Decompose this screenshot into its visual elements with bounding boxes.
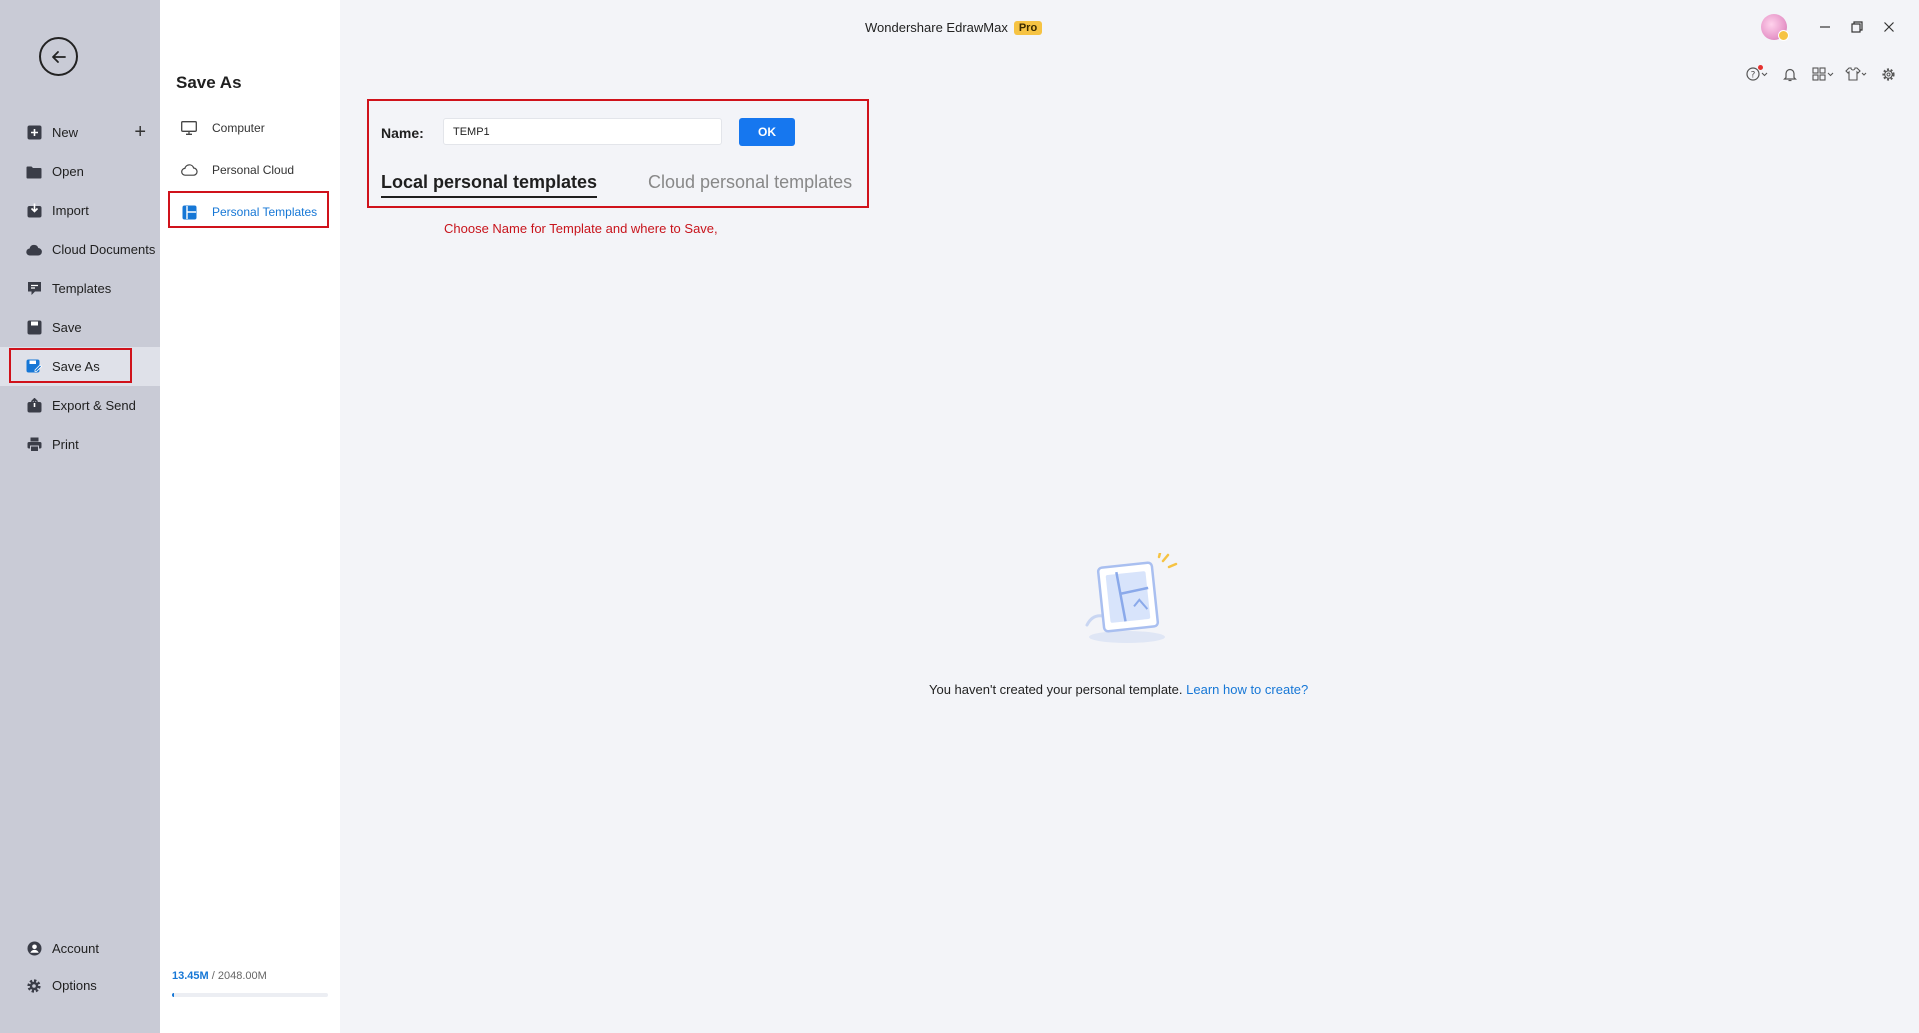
save-icon: [26, 320, 42, 336]
subnav-list: Computer Personal Cloud Personal Templat…: [160, 107, 340, 233]
empty-template-illustration: [1085, 553, 1178, 643]
title-bar: Wondershare EdrawMax Pro ?: [340, 0, 1919, 81]
nav-item-cloud-documents[interactable]: Cloud Documents: [0, 230, 160, 269]
nav-item-export-send[interactable]: Export & Send: [0, 386, 160, 425]
minimize-button[interactable]: [1809, 15, 1841, 39]
subnav-item-personal-templates[interactable]: Personal Templates: [160, 191, 340, 233]
export-icon: [26, 398, 42, 414]
window-controls: [1761, 14, 1905, 41]
nav-item-label: New: [52, 125, 79, 140]
nav-item-new[interactable]: New +: [0, 113, 160, 152]
subnav-item-label: Personal Templates: [212, 205, 318, 219]
nav-item-label: Account: [52, 941, 99, 956]
nav-item-label: Templates: [52, 281, 112, 296]
save-as-icon: [26, 359, 42, 375]
apps-grid-icon: [1811, 67, 1833, 81]
help-button[interactable]: ?: [1740, 63, 1773, 85]
settings-button[interactable]: [1872, 63, 1905, 85]
save-as-subnav: Save As Computer Personal Cloud Personal…: [160, 0, 340, 1033]
notifications-button[interactable]: [1773, 63, 1806, 85]
nav-bottom: Account Options: [0, 930, 160, 1004]
template-save-panel: Name: OK Local personal templates Cloud …: [367, 99, 869, 208]
nav-item-account[interactable]: Account: [0, 930, 160, 967]
folder-icon: [26, 164, 42, 180]
template-name-input[interactable]: [443, 118, 722, 145]
arrow-left-icon: [51, 50, 66, 63]
nav-item-label: Cloud Documents: [52, 242, 156, 257]
import-icon: [26, 203, 42, 219]
name-label: Name:: [381, 125, 424, 141]
learn-how-link[interactable]: Learn how to create?: [1186, 682, 1308, 697]
monitor-icon: [180, 120, 198, 136]
theme-button[interactable]: [1839, 63, 1872, 85]
cloud-outline-icon: [180, 162, 198, 178]
ok-button[interactable]: OK: [739, 118, 795, 146]
template-layout-icon: [180, 204, 198, 220]
close-button[interactable]: [1873, 15, 1905, 39]
bell-icon: [1782, 68, 1797, 81]
nav-item-label: Save: [52, 320, 82, 335]
nav-item-label: Options: [52, 978, 97, 993]
storage-total: / 2048.00M: [208, 970, 267, 982]
app-title: Wondershare EdrawMax Pro: [865, 20, 1043, 35]
tab-local-personal-templates[interactable]: Local personal templates: [381, 172, 598, 198]
minimize-icon: [1820, 26, 1830, 28]
account-icon: [26, 941, 42, 957]
nav-list: New + Open Import Cloud Documents Templa…: [0, 113, 160, 464]
instruction-annotation: Choose Name for Template and where to Sa…: [444, 221, 718, 236]
templates-icon: [26, 281, 42, 297]
tab-cloud-personal-templates[interactable]: Cloud personal templates: [648, 172, 852, 196]
app-title-text: Wondershare EdrawMax: [865, 20, 1008, 35]
main-nav: New + Open Import Cloud Documents Templa…: [0, 0, 160, 1033]
subnav-item-label: Personal Cloud: [212, 163, 295, 177]
back-button[interactable]: [39, 37, 78, 76]
nav-item-templates[interactable]: Templates: [0, 269, 160, 308]
settings-icon: [1882, 67, 1895, 81]
close-icon: [1884, 22, 1894, 32]
restore-button[interactable]: [1841, 15, 1873, 39]
avatar[interactable]: [1761, 14, 1789, 41]
nav-item-label: Export & Send: [52, 398, 136, 413]
svg-text:?: ?: [1750, 71, 1755, 81]
subnav-item-personal-cloud[interactable]: Personal Cloud: [160, 149, 340, 191]
toolbar-icons: ?: [1740, 63, 1905, 85]
storage-bar-fill: [172, 993, 174, 997]
storage-usage: 13.45M / 2048.00M: [172, 970, 267, 982]
nav-item-open[interactable]: Open: [0, 152, 160, 191]
nav-item-options[interactable]: Options: [0, 967, 160, 1004]
gear-icon: [26, 978, 42, 994]
nav-item-label: Print: [52, 437, 79, 452]
nav-item-label: Open: [52, 164, 84, 179]
nav-item-import[interactable]: Import: [0, 191, 160, 230]
empty-state-text: You haven't created your personal templa…: [929, 682, 1187, 697]
print-icon: [26, 437, 42, 453]
help-icon: ?: [1745, 67, 1767, 81]
cloud-icon: [26, 242, 42, 258]
storage-bar: [172, 993, 328, 997]
nav-item-print[interactable]: Print: [0, 425, 160, 464]
subnav-item-computer[interactable]: Computer: [160, 107, 340, 149]
nav-item-save[interactable]: Save: [0, 308, 160, 347]
nav-item-label: Save As: [52, 359, 100, 374]
storage-used: 13.45M: [172, 970, 209, 982]
restore-icon: [1851, 21, 1863, 33]
pro-badge: Pro: [1013, 20, 1043, 35]
nav-item-save-as[interactable]: Save As: [0, 347, 160, 386]
subnav-item-label: Computer: [212, 121, 265, 135]
empty-state-message: You haven't created your personal templa…: [929, 682, 1308, 697]
plus-square-icon: [26, 125, 42, 141]
nav-item-label: Import: [52, 203, 89, 218]
subnav-title: Save As: [176, 73, 242, 92]
shirt-icon: [1844, 67, 1866, 81]
apps-button[interactable]: [1806, 63, 1839, 85]
notification-dot: [1758, 65, 1763, 70]
add-new-icon[interactable]: +: [134, 122, 146, 142]
